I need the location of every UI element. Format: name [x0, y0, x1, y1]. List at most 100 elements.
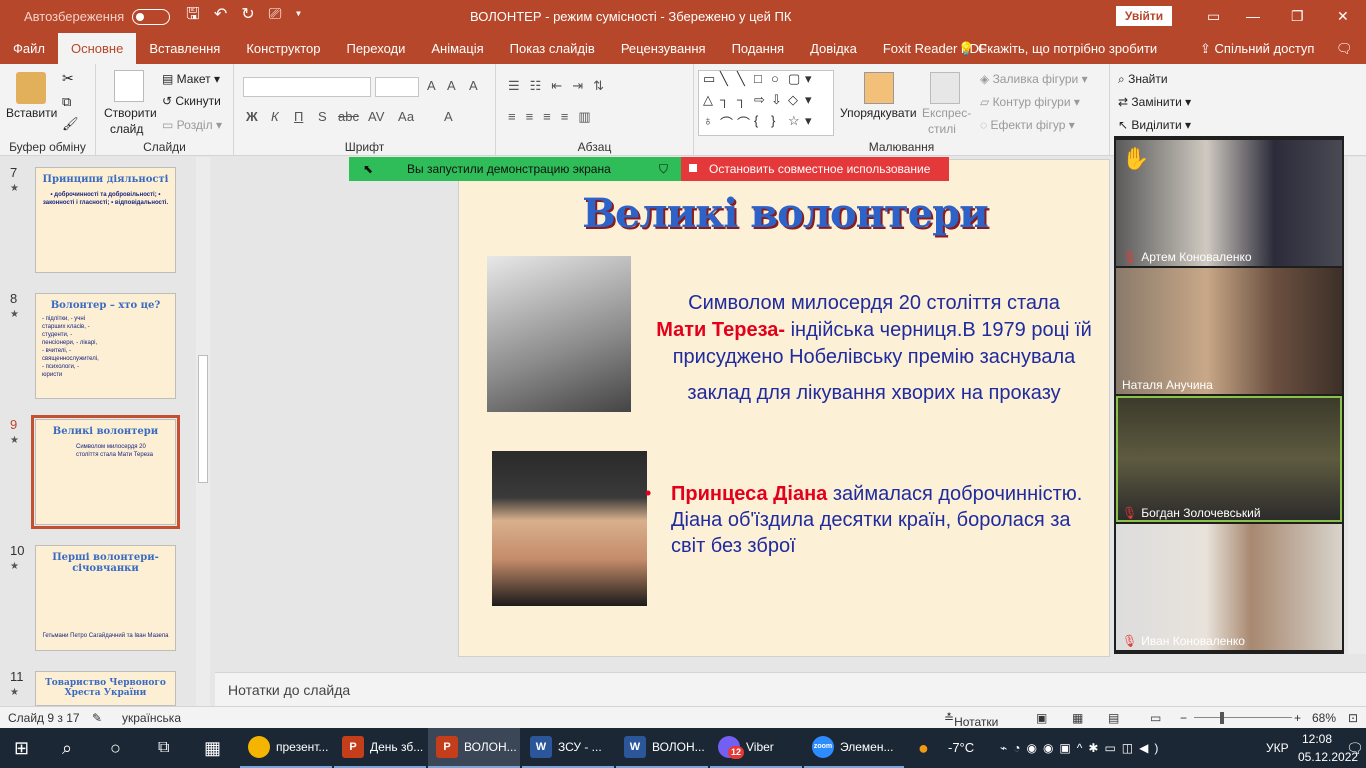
undo-icon[interactable]: ↶ [214, 6, 241, 23]
taskbar-app[interactable]: zoom Элемен... [804, 728, 904, 768]
fit-slide-icon[interactable]: ⊡ [1348, 711, 1358, 725]
search-icon[interactable]: ⌕ [62, 728, 72, 768]
notes-toggle[interactable]: ≛ Нотатки [944, 711, 998, 729]
redo-icon[interactable]: ↻ [241, 6, 268, 23]
tab-design[interactable]: Конструктор [233, 33, 333, 64]
new-slide-button[interactable]: Створити [104, 106, 157, 120]
notes-pane[interactable]: Нотатки до слайда [215, 672, 1366, 706]
tab-file[interactable]: Файл [0, 33, 58, 64]
zoom-out-icon[interactable]: − [1180, 711, 1187, 725]
change-case-button[interactable]: Аа [398, 109, 414, 124]
cortana-icon[interactable]: ○ [110, 728, 121, 768]
quick-styles-button[interactable]: Експрес- [922, 106, 971, 120]
weather-icon[interactable]: ● [918, 728, 929, 768]
tab-help[interactable]: Довідка [797, 33, 870, 64]
arrange-icon[interactable] [864, 72, 894, 104]
slide-thumbnail[interactable]: Перші волонтери-січовчанки Гетьмани Петр… [35, 545, 176, 651]
shapes-gallery[interactable]: ▭ ╲ ╲ □ ○ ▢ ▾ △ ┐ ┐ ⇨ ⇩ ◇ ▾ ♁ ⌒ ⌒{} ☆ ▾ [698, 70, 834, 136]
tab-view[interactable]: Подання [719, 33, 798, 64]
strikethrough-icon[interactable]: abc [338, 109, 359, 124]
save-icon[interactable]: 🖫 [186, 6, 214, 23]
slide-thumbnail[interactable]: Товариство Червоного Хреста України [35, 671, 176, 706]
taskbar-app[interactable]: P День зб... [334, 728, 426, 768]
zoom-slider-thumb[interactable] [1220, 712, 1224, 724]
quick-styles-icon[interactable] [930, 72, 960, 104]
sign-in-button[interactable]: Увійти [1116, 6, 1172, 26]
ribbon-display-icon[interactable]: ▭ [1207, 8, 1220, 25]
layout-button[interactable]: ▤ Макет ▾ [162, 72, 220, 86]
slideshow-icon[interactable]: ▭ [1150, 711, 1161, 725]
calculator-icon[interactable]: ▦ [204, 728, 221, 768]
replace-button[interactable]: ⇄ Замінити ▾ [1118, 95, 1191, 109]
tab-review[interactable]: Рецензування [608, 33, 719, 64]
align-icons[interactable]: ≡≡≡≡▥ [508, 109, 601, 125]
close-icon[interactable]: ✕ [1337, 8, 1349, 25]
slide-thumbnail-selected[interactable]: Великі волонтери Символом милосердя 20 с… [31, 415, 180, 529]
taskbar-app[interactable]: презент... [240, 728, 332, 768]
tab-home[interactable]: Основне [57, 33, 137, 64]
stop-share-button[interactable]: Остановить совместное использование [681, 157, 949, 181]
copy-icon[interactable]: ⧉ [62, 94, 71, 110]
present-icon[interactable]: ⎚ [269, 6, 296, 23]
shrink-font-icon[interactable]: A [447, 78, 456, 93]
shadow-button[interactable]: S [318, 109, 327, 124]
weather-temp[interactable]: -7°C [948, 728, 974, 768]
share-button[interactable]: ⇪ Спільний доступ [1200, 33, 1314, 64]
font-family-combo[interactable] [243, 77, 371, 97]
participant-tile[interactable]: ✋ 🎙 Артем Коноваленко [1116, 140, 1342, 266]
normal-view-icon[interactable]: ▣ [1036, 711, 1047, 725]
paste-icon[interactable] [16, 72, 46, 104]
participant-tile[interactable]: Наталя Анучина [1116, 268, 1342, 394]
keyboard-language[interactable]: УКР [1266, 728, 1289, 768]
find-button[interactable]: ⌕ Знайти [1118, 72, 1168, 87]
slide-thumbnail[interactable]: Волонтер – хто це? - підлітки, - учні ст… [35, 293, 176, 399]
tab-slideshow[interactable]: Показ слайдів [497, 33, 608, 64]
shape-fill-button[interactable]: ◈ Заливка фігури ▾ [980, 72, 1088, 86]
italic-button[interactable]: К [271, 109, 279, 124]
reset-button[interactable]: ↺ Скинути [162, 94, 221, 108]
editor-scrollbar[interactable] [1348, 157, 1366, 654]
grow-font-icon[interactable]: A [427, 78, 436, 93]
maximize-icon[interactable]: ❐ [1291, 8, 1304, 25]
zoom-slider[interactable] [1194, 717, 1292, 718]
tab-animations[interactable]: Анімація [418, 33, 496, 64]
spacing-icon[interactable]: AV [368, 109, 384, 124]
font-color-icon[interactable]: A [444, 109, 453, 124]
notifications-icon[interactable]: 🗨 [1346, 728, 1364, 768]
taskbar-app[interactable]: 12 Viber [710, 728, 802, 768]
reading-view-icon[interactable]: ▤ [1108, 711, 1119, 725]
cut-icon[interactable]: ✂ [62, 70, 74, 87]
taskbar-app[interactable]: W ЗСУ - ... [522, 728, 614, 768]
paste-button[interactable]: Вставити [6, 106, 57, 120]
select-button[interactable]: ↖ Виділити ▾ [1118, 118, 1191, 132]
tab-insert[interactable]: Вставлення [136, 33, 233, 64]
clear-format-icon[interactable]: A [469, 78, 478, 93]
format-painter-icon[interactable]: 🖌 [62, 116, 79, 132]
new-slide-button-line2[interactable]: слайд [110, 122, 143, 136]
thumbnail-scrollbar[interactable] [196, 157, 210, 706]
spellcheck-icon[interactable]: ✎ [92, 711, 102, 725]
participant-tile[interactable]: 🎙 Иван Коноваленко [1116, 524, 1342, 650]
customize-icon[interactable]: ▾ [295, 6, 315, 23]
tray-icons[interactable]: ⌁◔◉◉▣^✱▭◫◀) [1000, 728, 1164, 768]
minimize-icon[interactable]: — [1246, 8, 1260, 24]
section-button[interactable]: ▭ Розділ ▾ [162, 118, 222, 132]
current-slide[interactable]: Великі волонтери Символом милосердя 20 с… [458, 159, 1110, 657]
windows-start-icon[interactable]: ⊞ [14, 728, 29, 768]
taskbar-app[interactable]: W ВОЛОН... [616, 728, 708, 768]
shape-outline-button[interactable]: ▱ Контур фігури ▾ [980, 95, 1080, 109]
arrange-button[interactable]: Упорядкувати [840, 106, 917, 120]
task-view-icon[interactable]: ⧉ [158, 728, 169, 768]
scrollbar-thumb[interactable] [198, 355, 208, 483]
tab-transitions[interactable]: Переходи [333, 33, 418, 64]
quick-styles-button-line2[interactable]: стилі [928, 122, 956, 136]
font-size-combo[interactable] [375, 77, 419, 97]
language-status[interactable]: українська [122, 711, 181, 725]
comments-icon[interactable]: 🗨 [1336, 33, 1353, 64]
pin-icon[interactable]: ⬉ [363, 157, 373, 181]
new-slide-icon[interactable] [114, 70, 144, 102]
autosave-toggle[interactable] [132, 8, 171, 25]
slide-sorter-icon[interactable]: ▦ [1072, 711, 1083, 725]
participant-tile-speaking[interactable]: 🎙 Богдан Золочевський [1116, 396, 1342, 522]
bold-button[interactable]: Ж [246, 109, 258, 124]
